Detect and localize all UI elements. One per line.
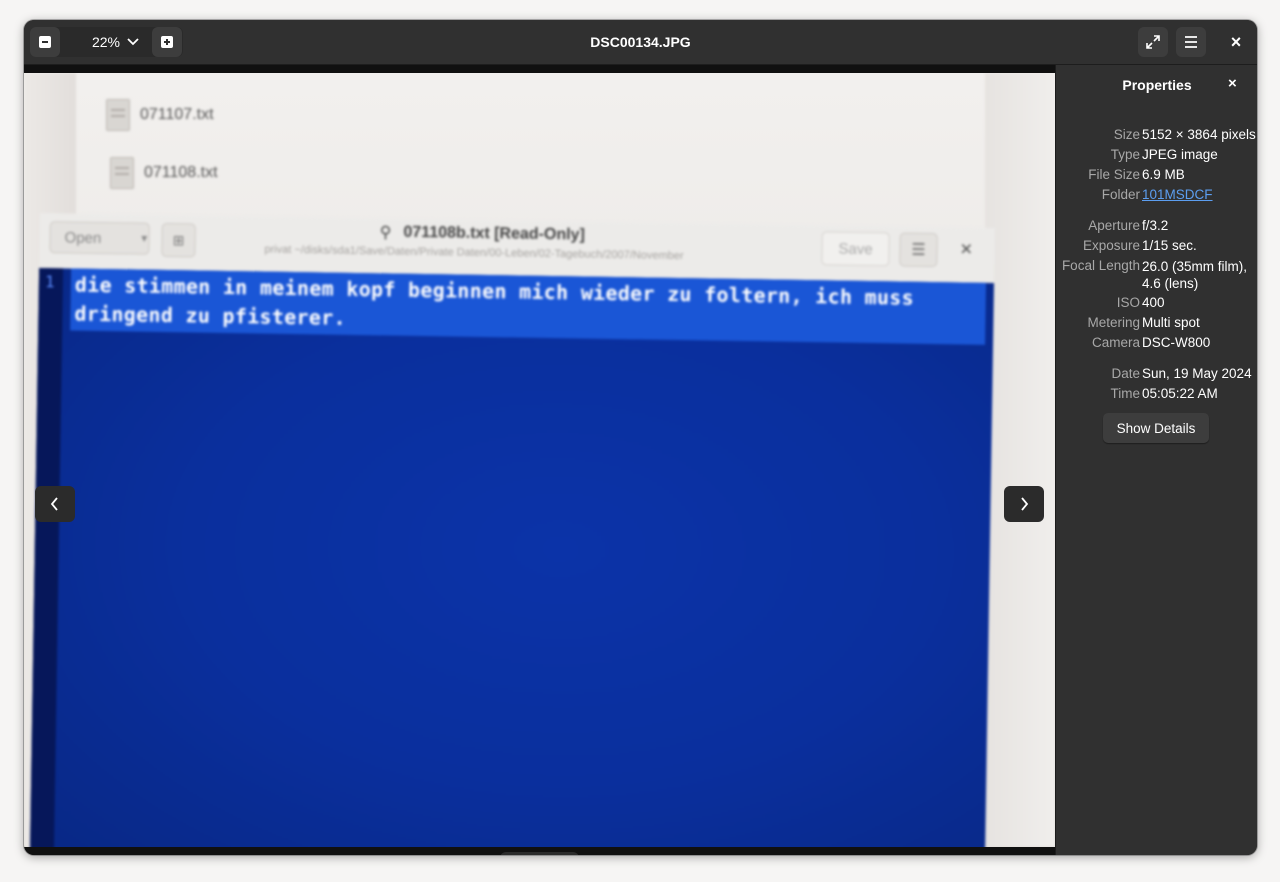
- main-menu-button[interactable]: [1176, 27, 1206, 57]
- show-details-button[interactable]: Show Details: [1103, 413, 1209, 443]
- fullscreen-icon: [1146, 35, 1160, 49]
- header-bar: 22% DSC00134.JPG ×: [24, 20, 1257, 65]
- photo-save-button: Save: [821, 231, 890, 267]
- zoom-in-button[interactable]: [152, 27, 182, 57]
- property-label: Focal Length: [1061, 258, 1140, 273]
- previous-image-button[interactable]: [35, 486, 75, 522]
- property-value: JPEG image: [1142, 147, 1218, 162]
- property-value: Multi spot: [1142, 315, 1200, 330]
- property-label: ISO: [1116, 295, 1140, 310]
- close-properties-button[interactable]: ×: [1228, 75, 1237, 92]
- properties-title: Properties: [1122, 77, 1192, 93]
- pin-icon: ⚲: [379, 224, 392, 242]
- caret-down-icon: ▼: [139, 233, 150, 245]
- fullscreen-button[interactable]: [1138, 27, 1168, 57]
- property-label: Size: [1113, 127, 1140, 142]
- text-file-icon: [106, 99, 130, 131]
- photo-file-item: 071107.txt: [106, 99, 214, 131]
- property-label: Type: [1110, 147, 1140, 162]
- next-image-button[interactable]: [1004, 486, 1044, 522]
- close-window-button[interactable]: ×: [1221, 27, 1251, 57]
- property-label: Exposure: [1082, 238, 1140, 253]
- property-value: 6.9 MB: [1142, 167, 1185, 182]
- property-label: Folder: [1101, 187, 1140, 202]
- photo-editor-title-wrap: ⚲ 071108b.txt [Read-Only]: [380, 222, 585, 245]
- text-file-icon: [110, 157, 134, 189]
- photo-open-button: Open ▼: [49, 221, 150, 255]
- properties-header: Properties ×: [1056, 65, 1257, 105]
- zoom-level-value: 22%: [91, 34, 121, 50]
- hamburger-menu-icon: [1185, 36, 1197, 48]
- photo-new-tab-icon: ⊞: [161, 222, 196, 258]
- displayed-photo: 071107.txt 071108.txt Open ▼ ⊞ ⚲ 071108b…: [24, 73, 1055, 847]
- close-icon: ×: [1228, 75, 1237, 92]
- photo-close-icon: ✕: [959, 241, 974, 259]
- window-title: DSC00134.JPG: [590, 34, 691, 50]
- photo-file-item: 071108.txt: [110, 157, 218, 189]
- property-value: 400: [1142, 295, 1165, 310]
- photo-background-edge: [985, 73, 1055, 847]
- property-label: Time: [1110, 386, 1141, 401]
- property-value: 1/15 sec.: [1142, 238, 1197, 253]
- close-icon: ×: [1230, 31, 1242, 52]
- minus-icon: [39, 36, 51, 48]
- photo-editor-body: 1 die stimmen in meinem kopf beginnen mi…: [29, 267, 995, 847]
- property-value: DSC-W800: [1142, 335, 1211, 350]
- property-value: f/3.2: [1142, 218, 1169, 233]
- chevron-down-icon: [127, 38, 139, 46]
- photo-settings-icon: ☰: [899, 232, 938, 268]
- chevron-left-icon: [50, 497, 58, 511]
- zoom-out-button[interactable]: [30, 27, 60, 57]
- image-canvas[interactable]: 071107.txt 071108.txt Open ▼ ⊞ ⚲ 071108b…: [24, 65, 1055, 855]
- photo-file-name: 071108.txt: [144, 164, 218, 181]
- photo-editor-path: privat ~/disks/sda1/Save/Daten/Private D…: [264, 243, 684, 263]
- property-value: 26.0 (35mm film), 4.6 (lens): [1142, 259, 1248, 291]
- photo-editor-title: 071108b.txt [Read-Only]: [403, 223, 585, 244]
- photo-text-editor: Open ▼ ⊞ ⚲ 071108b.txt [Read-Only] priva…: [29, 213, 995, 847]
- property-label: Camera: [1091, 335, 1140, 350]
- photo-open-label: Open: [64, 228, 102, 247]
- property-label: File Size: [1088, 167, 1140, 182]
- photo-line-number: 1: [44, 272, 55, 292]
- folder-link[interactable]: 101MSDCF: [1142, 187, 1213, 202]
- plus-icon: [161, 36, 173, 48]
- image-viewer-window: 22% DSC00134.JPG × 071107.txt 071108.txt…: [24, 20, 1257, 855]
- property-label: Date: [1111, 366, 1140, 381]
- rotate-controls: [500, 852, 579, 855]
- zoom-level-dropdown[interactable]: 22%: [86, 27, 146, 57]
- photo-file-name: 071107.txt: [140, 106, 214, 123]
- property-value: 05:05:22 AM: [1142, 386, 1218, 401]
- chevron-right-icon: [1021, 497, 1029, 511]
- property-value: Sun, 19 May 2024: [1142, 366, 1252, 381]
- property-label: Metering: [1087, 315, 1140, 330]
- property-label: Aperture: [1088, 218, 1140, 233]
- properties-panel: Properties × Size 5152 × 3864 pixels Typ…: [1055, 65, 1257, 855]
- property-value: 5152 × 3864 pixels: [1142, 127, 1256, 142]
